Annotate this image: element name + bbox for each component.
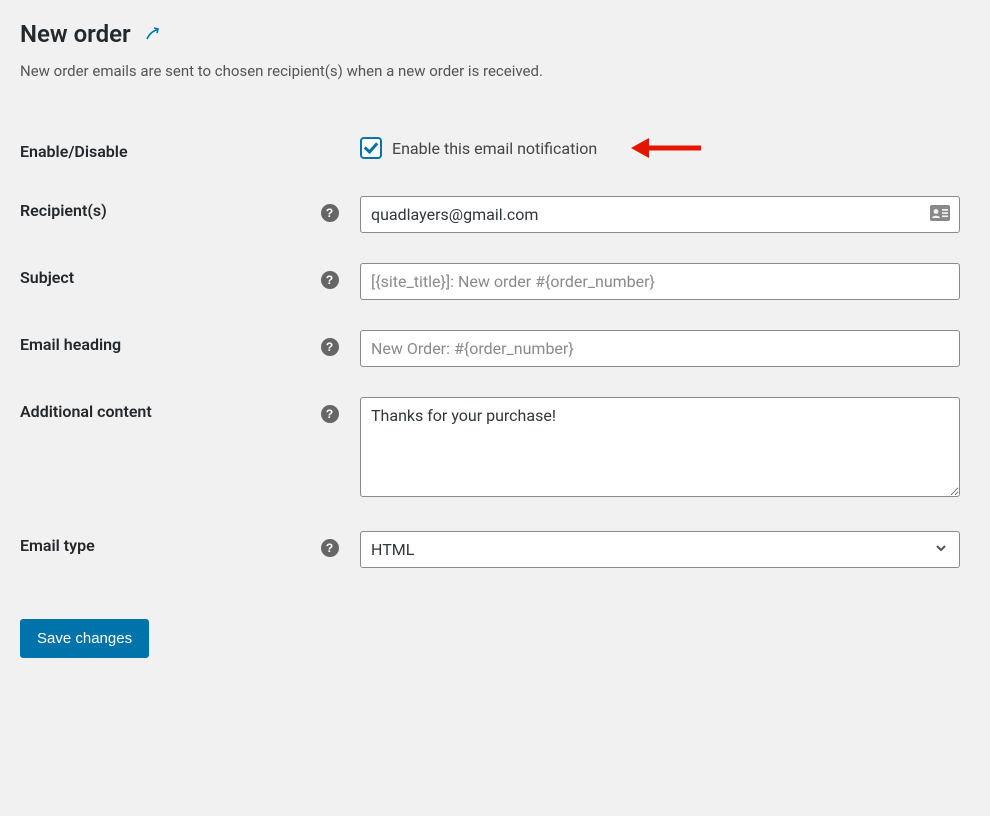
recipients-label: Recipient(s) (20, 181, 321, 248)
enable-label: Enable/Disable (20, 122, 321, 181)
back-arrow-icon (143, 24, 163, 44)
help-icon[interactable]: ? (321, 271, 339, 289)
back-link[interactable] (143, 24, 163, 44)
enable-checkbox-label: Enable this email notification (392, 139, 597, 158)
red-arrow-annotation-icon (631, 140, 701, 156)
save-changes-button[interactable]: Save changes (20, 619, 149, 658)
email-heading-input[interactable] (360, 330, 960, 367)
email-type-label: Email type (20, 516, 321, 583)
help-icon[interactable]: ? (321, 338, 339, 356)
help-icon[interactable]: ? (321, 539, 339, 557)
additional-content-label: Additional content (20, 382, 321, 516)
recipients-input[interactable] (360, 196, 960, 233)
page-description: New order emails are sent to chosen reci… (20, 62, 970, 80)
email-type-select[interactable]: HTML (360, 531, 960, 568)
help-icon[interactable]: ? (321, 405, 339, 423)
help-icon[interactable]: ? (321, 204, 339, 222)
heading-label: Email heading (20, 315, 321, 382)
enable-checkbox[interactable] (360, 137, 382, 159)
enable-checkbox-wrap[interactable]: Enable this email notification (360, 137, 960, 159)
page-title: New order (20, 20, 131, 48)
subject-input[interactable] (360, 263, 960, 300)
subject-label: Subject (20, 248, 321, 315)
additional-content-textarea[interactable] (360, 397, 960, 497)
